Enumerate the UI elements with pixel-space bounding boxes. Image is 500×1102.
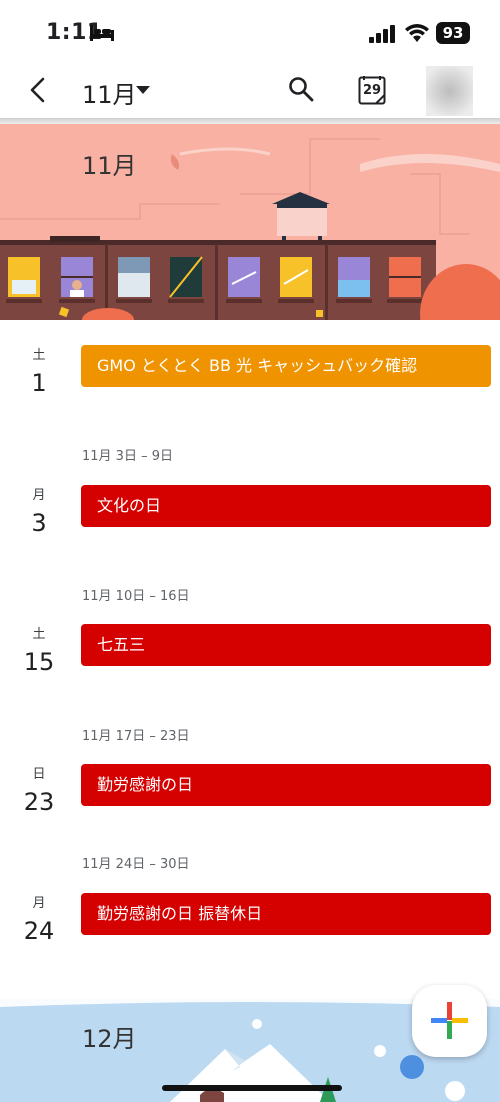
today-calendar-icon[interactable]: 29 — [358, 75, 386, 105]
event-chip[interactable]: 七五三 — [81, 624, 491, 666]
day-number: 24 — [23, 917, 55, 945]
day-weekday-label: 土 — [32, 348, 46, 363]
day-number: 1 — [31, 369, 47, 397]
battery-icon: 93 — [436, 22, 470, 44]
bed-icon — [90, 25, 114, 41]
today-date-number: 29 — [362, 83, 382, 98]
plus-icon — [431, 1002, 468, 1039]
event-chip[interactable]: 勤労感謝の日 — [81, 764, 491, 806]
search-icon[interactable] — [288, 76, 314, 102]
event-chip[interactable]: GMO とくとく BB 光 キャッシュバック確認 — [81, 345, 491, 387]
week-range-label: 11月 10日 – 16日 — [82, 589, 190, 604]
caret-down-icon[interactable] — [136, 86, 150, 95]
day-weekday-label: 月 — [32, 896, 46, 911]
back-arrow-icon[interactable] — [24, 76, 52, 104]
wifi-icon — [405, 24, 429, 42]
create-event-fab[interactable] — [412, 985, 487, 1057]
month-selector-title[interactable]: 11月 — [82, 75, 137, 110]
event-chip[interactable]: 文化の日 — [81, 485, 491, 527]
day-weekday-label: 土 — [32, 627, 46, 642]
week-range-label: 11月 17日 – 23日 — [82, 729, 190, 744]
day-number: 23 — [23, 788, 55, 816]
day-number: 15 — [23, 648, 55, 676]
november-banner-illustration: 11月 — [0, 124, 500, 320]
week-range-label: 11月 3日 – 9日 — [82, 449, 173, 464]
day-number: 3 — [31, 509, 47, 537]
event-chip[interactable]: 勤労感謝の日 振替休日 — [81, 893, 491, 935]
day-weekday-label: 日 — [32, 767, 46, 782]
december-banner-title: 12月 — [82, 1025, 137, 1053]
account-avatar[interactable] — [426, 66, 473, 116]
november-banner-title: 11月 — [82, 152, 137, 180]
week-range-label: 11月 24日 – 30日 — [82, 857, 190, 872]
status-bar: 1:11 93 — [0, 0, 500, 62]
signal-icon — [369, 25, 395, 43]
day-weekday-label: 月 — [32, 488, 46, 503]
home-indicator — [162, 1085, 342, 1091]
top-app-bar: 11月 29 — [0, 62, 500, 118]
